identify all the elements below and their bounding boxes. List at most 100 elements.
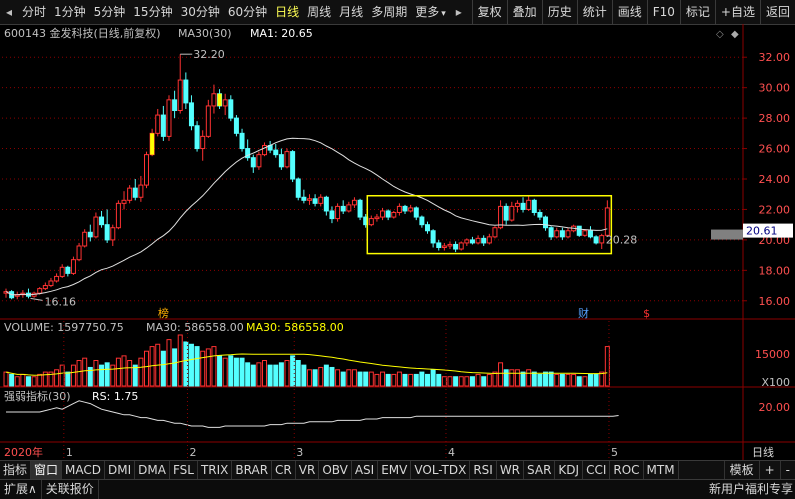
volume-bar-56 [318, 366, 324, 387]
action-tab-7[interactable]: +自选 [714, 0, 760, 24]
action-tab-5[interactable]: F10 [646, 0, 680, 24]
volume-bar-37 [211, 346, 217, 387]
period-tab-1[interactable]: 1分钟 [50, 0, 90, 24]
volume-bar-48 [273, 364, 279, 387]
candle-98 [554, 227, 560, 239]
period-tab-4[interactable]: 30分钟 [177, 0, 224, 24]
action-tab-6[interactable]: 标记 [679, 0, 715, 24]
indicator-right-2[interactable]: - [779, 461, 795, 479]
status-tab-0[interactable]: 扩展∧ [0, 480, 42, 499]
candle-46 [262, 142, 268, 157]
indicator-tab-20[interactable]: MTM [644, 461, 679, 479]
indicator-tab-17[interactable]: KDJ [555, 461, 584, 479]
marker-cai[interactable]: 财 [578, 306, 589, 320]
indicator-tab-7[interactable]: BRAR [232, 461, 273, 479]
candle-62 [351, 197, 357, 208]
forward-arrow-icon[interactable]: ▸ [450, 0, 468, 24]
candle-104 [587, 226, 593, 239]
candle-37 [211, 84, 217, 114]
indicator-tab-16[interactable]: SAR [524, 461, 556, 479]
indicator-tab-9[interactable]: VR [296, 461, 320, 479]
candle-34 [194, 121, 200, 152]
volume-bar-66 [374, 373, 380, 387]
indicator-tab-15[interactable]: WR [497, 461, 525, 479]
volume-bar-63 [357, 371, 363, 387]
period-tab-3[interactable]: 15分钟 [129, 0, 176, 24]
month-label-4: 5 [611, 446, 618, 459]
indicator-right-0[interactable]: 模板 [723, 461, 759, 479]
period-tab-2[interactable]: 5分钟 [90, 0, 130, 24]
diamond-icon-outline[interactable]: ◇ [716, 29, 724, 40]
volume-bar-46 [262, 360, 268, 387]
action-tab-2[interactable]: 历史 [541, 0, 577, 24]
period-tab-0[interactable]: 分时 [18, 0, 50, 24]
indicator-tab-18[interactable]: CCI [583, 461, 611, 479]
volume-bar-25 [144, 350, 149, 387]
indicator-tab-6[interactable]: TRIX [198, 461, 233, 479]
indicator-tab-10[interactable]: OBV [319, 461, 352, 479]
volume-bar-79 [447, 376, 453, 387]
marker-dollar[interactable]: $ [643, 307, 650, 320]
candle-2 [14, 291, 20, 300]
period-tab-6[interactable]: 日线 [271, 0, 303, 24]
volume-bar-88 [498, 362, 504, 387]
candle-48 [273, 143, 279, 158]
volume-bar-36 [205, 348, 211, 387]
candle-92 [520, 197, 526, 213]
volume-bar-9 [54, 369, 60, 387]
action-tab-0[interactable]: 复权 [471, 0, 507, 24]
period-tab-10[interactable]: 更多 ▾ [411, 0, 450, 24]
candle-18 [104, 209, 110, 243]
indicator-tab-12[interactable]: EMV [378, 461, 412, 479]
indicator-tab-14[interactable]: RSI [470, 461, 497, 479]
action-tab-8[interactable]: 返回 [759, 0, 795, 24]
indicator-tab-5[interactable]: FSL [170, 461, 198, 479]
volume-bar-75 [425, 373, 430, 387]
period-tab-9[interactable]: 多周期 [367, 0, 411, 24]
volume-bar-60 [340, 371, 346, 387]
volume-bar-3 [20, 373, 26, 387]
candle-32 [183, 72, 189, 109]
volume-bar-33 [188, 343, 194, 387]
volume-tick-label: 15000 [755, 348, 790, 361]
candle-44 [250, 154, 256, 173]
indicator-tab-0[interactable]: 指标 [0, 461, 32, 479]
back-arrow-icon[interactable]: ◂ [0, 0, 18, 24]
indicator-tab-11[interactable]: ASI [352, 461, 379, 479]
period-tab-8[interactable]: 月线 [335, 0, 367, 24]
indicator-tab-1[interactable]: 窗口 [31, 461, 63, 479]
indicator-tab-2[interactable]: MACD [62, 461, 106, 479]
volume-bar-103 [582, 376, 588, 387]
period-tag[interactable]: 日线 [752, 445, 774, 459]
candle-10 [59, 264, 65, 278]
candle-9 [54, 273, 60, 283]
action-tab-4[interactable]: 画线 [611, 0, 647, 24]
volume-bar-38 [217, 355, 223, 387]
indicator-tab-3[interactable]: DMI [105, 461, 136, 479]
volume-bar-1 [9, 373, 15, 387]
month-label-3: 4 [448, 446, 455, 459]
stock-chart[interactable]: 16.00 18.00 20.00 22.00 24.00 26.00 28.00 30.00… [0, 24, 795, 460]
indicator-tab-4[interactable]: DMA [135, 461, 170, 479]
volume-bar-83 [469, 376, 475, 387]
period-tab-7[interactable]: 周线 [303, 0, 335, 24]
volume-bar-90 [509, 369, 515, 387]
volume-bar-86 [486, 373, 492, 387]
action-tab-3[interactable]: 统计 [576, 0, 612, 24]
candle-107 [604, 200, 610, 237]
volume-bar-67 [380, 371, 386, 387]
indicator-tab-13[interactable]: VOL-TDX [411, 461, 471, 479]
indicator-tab-8[interactable]: CR [272, 461, 296, 479]
action-tab-1[interactable]: 叠加 [506, 0, 542, 24]
indicator-right-1[interactable]: + [758, 461, 780, 479]
candle-55 [312, 194, 318, 207]
marker-bang[interactable]: 榜 [158, 306, 169, 320]
volume-bar-4 [25, 376, 31, 387]
diamond-icon-filled[interactable]: ◆ [731, 29, 739, 40]
new-user-link[interactable]: 新用户福利专享 [709, 480, 793, 499]
volume-bar-10 [59, 364, 65, 387]
status-tab-1[interactable]: 关联报价 [42, 480, 99, 499]
period-tab-5[interactable]: 60分钟 [224, 0, 271, 24]
candle-25 [144, 151, 149, 189]
indicator-tab-19[interactable]: ROC [610, 461, 644, 479]
